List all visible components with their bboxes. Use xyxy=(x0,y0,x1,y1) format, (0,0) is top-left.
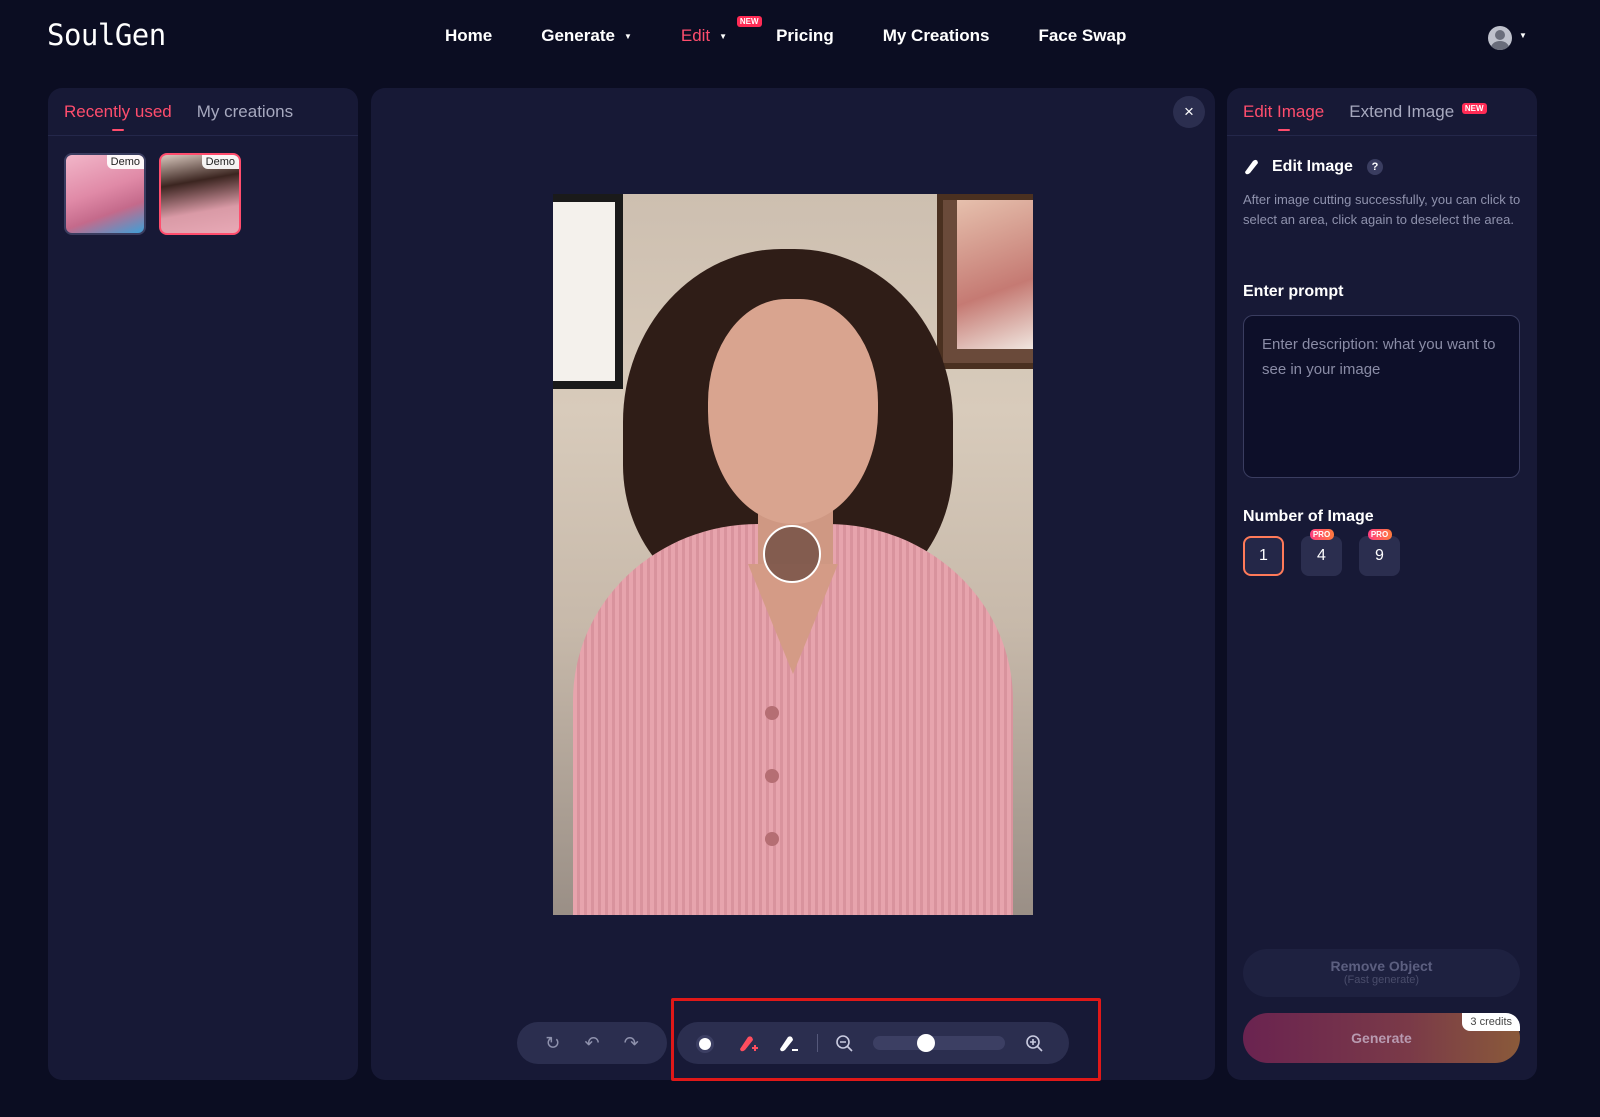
caret-down-icon: ▼ xyxy=(623,31,632,41)
redo-icon[interactable]: ↷ xyxy=(624,1033,639,1054)
annotation-highlight xyxy=(671,998,1101,1081)
pro-badge: PRO xyxy=(1309,529,1334,540)
caret-down-icon: ▼ xyxy=(719,31,728,41)
prompt-input[interactable] xyxy=(1244,316,1519,477)
divider xyxy=(48,135,358,136)
top-header: SoulGen Home Generate ▼ Edit ▼ NEW Pricing … xyxy=(0,0,1600,76)
nav-pricing[interactable]: Pricing xyxy=(776,26,834,46)
thumbnail-demo-1[interactable]: Demo xyxy=(64,153,146,235)
nav-edit[interactable]: Edit ▼ NEW xyxy=(680,16,762,46)
option-value: 4 xyxy=(1317,547,1326,564)
reset-icon[interactable]: ↻ xyxy=(545,1033,560,1054)
nav-my-creations[interactable]: My Creations xyxy=(883,26,990,46)
brush-cursor xyxy=(763,525,821,583)
remove-object-sublabel: (Fast generate) xyxy=(1343,974,1420,986)
nav-edit-label: Edit xyxy=(680,26,711,45)
remove-object-label: Remove Object xyxy=(1330,958,1433,974)
photo-detail xyxy=(708,299,878,524)
image-count-option-9[interactable]: PRO 9 xyxy=(1359,529,1400,576)
generate-button[interactable]: Generate 3 credits xyxy=(1243,1013,1520,1063)
option-value: 9 xyxy=(1375,547,1384,564)
nav-my-creations-label: My Creations xyxy=(882,26,990,45)
prompt-label: Enter prompt xyxy=(1243,283,1344,300)
history-tabs: Recently used My creations xyxy=(64,102,318,131)
tab-my-creations[interactable]: My creations xyxy=(197,102,293,122)
demo-badge: Demo xyxy=(106,155,144,169)
nav-generate[interactable]: Generate ▼ xyxy=(541,26,632,46)
image-count-option-1[interactable]: 1 xyxy=(1243,536,1284,576)
nav-generate-label: Generate xyxy=(541,26,615,45)
nav-home-label: Home xyxy=(445,26,493,45)
edit-canvas-image[interactable] xyxy=(553,194,1033,915)
tab-edit-image[interactable]: Edit Image xyxy=(1243,102,1324,131)
nav-face-swap-label: Face Swap xyxy=(1038,26,1127,45)
photo-detail xyxy=(553,194,623,389)
generate-label: Generate xyxy=(1351,1030,1412,1046)
photo-detail xyxy=(937,194,1033,369)
tab-extend-image-label: Extend Image xyxy=(1349,102,1455,121)
image-history-panel: Recently used My creations Demo Demo xyxy=(48,88,358,1080)
brush-icon xyxy=(1243,158,1263,181)
user-avatar[interactable] xyxy=(1488,26,1512,50)
edit-settings-panel: Edit Image Extend Image NEW Edit Image ?… xyxy=(1227,88,1537,1080)
edit-description: After image cutting successfully, you ca… xyxy=(1243,192,1521,227)
number-of-image-label: Number of Image xyxy=(1243,508,1374,525)
help-icon[interactable]: ? xyxy=(1367,159,1383,175)
photo-detail xyxy=(765,769,779,783)
credits-badge: 3 credits xyxy=(1462,1013,1520,1031)
new-badge: NEW xyxy=(736,16,762,27)
tab-extend-image[interactable]: Extend Image NEW xyxy=(1349,102,1487,122)
caret-down-icon[interactable]: ▼ xyxy=(1519,31,1527,40)
divider xyxy=(1227,135,1537,136)
prompt-field-wrapper xyxy=(1243,315,1520,478)
photo-detail xyxy=(765,832,779,846)
edit-image-title: Edit Image xyxy=(1272,158,1353,175)
pro-badge: PRO xyxy=(1367,529,1392,540)
edit-tabs: Edit Image Extend Image NEW xyxy=(1243,102,1512,131)
demo-badge: Demo xyxy=(201,155,239,169)
main-nav: Home Generate ▼ Edit ▼ NEW Pricing My Creat… xyxy=(445,16,1175,46)
photo-detail xyxy=(765,706,779,720)
remove-object-button[interactable]: Remove Object (Fast generate) xyxy=(1243,949,1520,997)
nav-face-swap[interactable]: Face Swap xyxy=(1038,26,1126,46)
close-button[interactable]: × xyxy=(1173,96,1205,128)
nav-home[interactable]: Home xyxy=(445,26,492,46)
canvas-panel: × ↻ ↶ ↷ xyxy=(371,88,1215,1081)
nav-pricing-label: Pricing xyxy=(776,26,834,45)
thumbnail-demo-2[interactable]: Demo xyxy=(159,153,241,235)
image-count-option-4[interactable]: PRO 4 xyxy=(1301,529,1342,576)
history-toolbar: ↻ ↶ ↷ xyxy=(517,1022,667,1064)
new-badge: NEW xyxy=(1461,103,1487,114)
tab-recently-used[interactable]: Recently used xyxy=(64,102,172,131)
undo-icon[interactable]: ↶ xyxy=(584,1033,599,1054)
logo[interactable]: SoulGen xyxy=(47,18,166,52)
option-value: 1 xyxy=(1259,547,1268,564)
